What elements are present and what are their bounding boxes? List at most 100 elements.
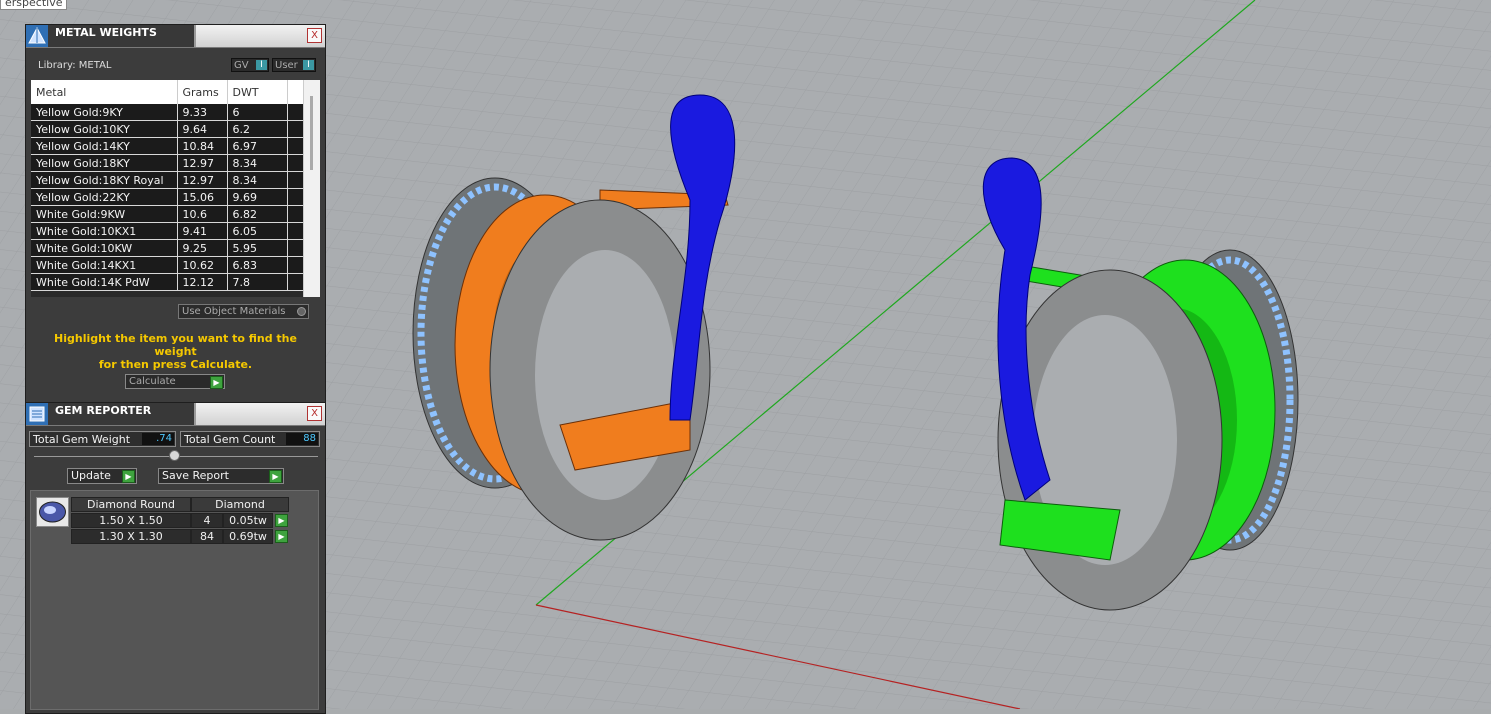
gem-list: Diamond Round Diamond 1.50 X 1.50 4 0.05…	[30, 490, 319, 710]
play-arrow-icon: ▶	[122, 470, 135, 483]
row-spacer-cell	[287, 154, 304, 172]
gem-row-select-arrow-icon[interactable]: ▶	[275, 514, 288, 527]
grams-cell: 9.41	[177, 222, 228, 240]
dwt-cell: 6.82	[227, 205, 288, 223]
metal-table-row[interactable]: White Gold:9KW 10.6 6.82	[31, 205, 304, 223]
scrollbar-thumb[interactable]	[310, 96, 313, 170]
metal-weights-logo-icon	[26, 25, 49, 47]
gem-reporter-title: GEM REPORTER	[48, 403, 196, 425]
grams-cell: 9.25	[177, 239, 228, 257]
metal-weights-header[interactable]: METAL WEIGHTS X	[26, 25, 325, 48]
metal-table-row[interactable]: White Gold:14KX1 10.62 6.83	[31, 256, 304, 274]
total-gem-weight-value: .74	[142, 433, 174, 445]
grams-cell: 10.6	[177, 205, 228, 223]
row-spacer-cell	[287, 137, 304, 155]
dwt-cell: 8.34	[227, 154, 288, 172]
viewport-title[interactable]: erspective	[0, 0, 68, 10]
metal-table-row[interactable]: Yellow Gold:9KY 9.33 6	[31, 104, 304, 121]
diamond-round-icon	[36, 497, 69, 527]
save-report-label: Save Report	[162, 469, 229, 482]
total-gem-count-field: Total Gem Count 88	[180, 431, 320, 447]
total-gem-weight-label: Total Gem Weight	[33, 433, 131, 446]
row-spacer-cell	[287, 120, 304, 138]
metal-name-cell: White Gold:14K PdW	[31, 273, 178, 291]
update-label: Update	[71, 469, 111, 482]
user-toggle-icon: I	[303, 60, 314, 70]
row-spacer-cell	[287, 239, 304, 257]
save-report-button[interactable]: Save Report ▶	[158, 468, 284, 484]
metal-table-row[interactable]: White Gold:14K PdW 12.12 7.8	[31, 273, 304, 291]
metal-table-row[interactable]: Yellow Gold:14KY 10.84 6.97	[31, 137, 304, 155]
metal-table-row[interactable]: Yellow Gold:18KY Royal 12.97 8.34	[31, 171, 304, 189]
row-spacer-cell	[287, 256, 304, 274]
splitter-handle[interactable]	[169, 450, 180, 461]
gem-row-count: 84	[191, 529, 223, 544]
dwt-cell: 7.8	[227, 273, 288, 291]
grams-cell: 15.06	[177, 188, 228, 206]
instruction-line-1: Highlight the item you want to find the …	[54, 332, 297, 358]
column-metal[interactable]: Metal	[31, 80, 178, 104]
metal-table-row[interactable]: Yellow Gold:22KY 15.06 9.69	[31, 188, 304, 206]
metal-name-cell: Yellow Gold:18KY Royal	[31, 171, 178, 189]
gv-toggle-label: GV	[234, 60, 249, 71]
row-spacer-cell	[287, 273, 304, 291]
instruction-text: Highlight the item you want to find the …	[36, 332, 315, 371]
gv-toggle[interactable]: GV I	[231, 58, 269, 72]
grams-cell: 12.97	[177, 154, 228, 172]
metal-table-scrollbar[interactable]	[303, 80, 320, 297]
metal-name-cell: Yellow Gold:22KY	[31, 188, 178, 206]
gem-row-weight: 0.05tw	[223, 513, 273, 528]
metal-name-cell: White Gold:10KW	[31, 239, 178, 257]
play-arrow-icon: ▶	[269, 470, 282, 483]
row-spacer-cell	[287, 222, 304, 240]
library-label: Library: METAL	[38, 60, 112, 71]
gem-row-select-arrow-icon[interactable]: ▶	[275, 530, 288, 543]
dwt-cell: 6	[227, 104, 288, 121]
user-toggle[interactable]: User I	[272, 58, 316, 72]
row-spacer-cell	[287, 188, 304, 206]
dwt-cell: 5.95	[227, 239, 288, 257]
radio-dot-icon	[297, 307, 306, 316]
metal-table-row[interactable]: Yellow Gold:10KY 9.64 6.2	[31, 120, 304, 138]
total-gem-count-value: 88	[286, 433, 318, 445]
column-grams[interactable]: Grams	[177, 80, 228, 104]
dwt-cell: 6.97	[227, 137, 288, 155]
dwt-cell: 6.83	[227, 256, 288, 274]
calculate-label: Calculate	[129, 376, 176, 387]
metal-table-body: Yellow Gold:9KY 9.33 6 Yellow Gold:10KY 9.64…	[31, 104, 304, 291]
update-button[interactable]: Update ▶	[67, 468, 137, 484]
row-spacer-cell	[287, 171, 304, 189]
use-object-materials-checkbox[interactable]: Use Object Materials	[178, 304, 309, 319]
metal-weights-title: METAL WEIGHTS	[48, 25, 196, 47]
calculate-button[interactable]: Calculate ▶	[125, 374, 225, 389]
gem-type-header: Diamond Round	[71, 497, 191, 512]
metal-table-header: Metal Grams DWT	[31, 80, 304, 104]
gem-reporter-header[interactable]: GEM REPORTER X	[26, 403, 325, 426]
total-gem-weight-field: Total Gem Weight .74	[29, 431, 176, 447]
metal-name-cell: Yellow Gold:18KY	[31, 154, 178, 172]
grams-cell: 12.97	[177, 171, 228, 189]
gem-reporter-panel: GEM REPORTER X Total Gem Weight .74 Tota…	[25, 402, 326, 714]
gem-row-count: 4	[191, 513, 223, 528]
dwt-cell: 6.2	[227, 120, 288, 138]
gem-reporter-close-button[interactable]: X	[307, 406, 322, 421]
metal-name-cell: Yellow Gold:14KY	[31, 137, 178, 155]
metal-weights-close-button[interactable]: X	[307, 28, 322, 43]
column-dwt[interactable]: DWT	[227, 80, 288, 104]
gem-row-weight: 0.69tw	[223, 529, 273, 544]
grams-cell: 9.64	[177, 120, 228, 138]
metal-table[interactable]: Metal Grams DWT Yellow Gold:9KY 9.33 6 Yell…	[31, 80, 320, 297]
dwt-cell: 9.69	[227, 188, 288, 206]
row-spacer-cell	[287, 104, 304, 121]
metal-table-row[interactable]: White Gold:10KW 9.25 5.95	[31, 239, 304, 257]
gem-reporter-logo-icon	[26, 403, 49, 425]
instruction-line-2: for then press Calculate.	[98, 358, 253, 371]
grams-cell: 10.62	[177, 256, 228, 274]
metal-name-cell: Yellow Gold:10KY	[31, 120, 178, 138]
gem-row-size: 1.30 X 1.30	[71, 529, 191, 544]
grams-cell: 12.12	[177, 273, 228, 291]
row-spacer-cell	[287, 205, 304, 223]
metal-name-cell: White Gold:9KW	[31, 205, 178, 223]
metal-table-row[interactable]: White Gold:10KX1 9.41 6.05	[31, 222, 304, 240]
metal-table-row[interactable]: Yellow Gold:18KY 12.97 8.34	[31, 154, 304, 172]
